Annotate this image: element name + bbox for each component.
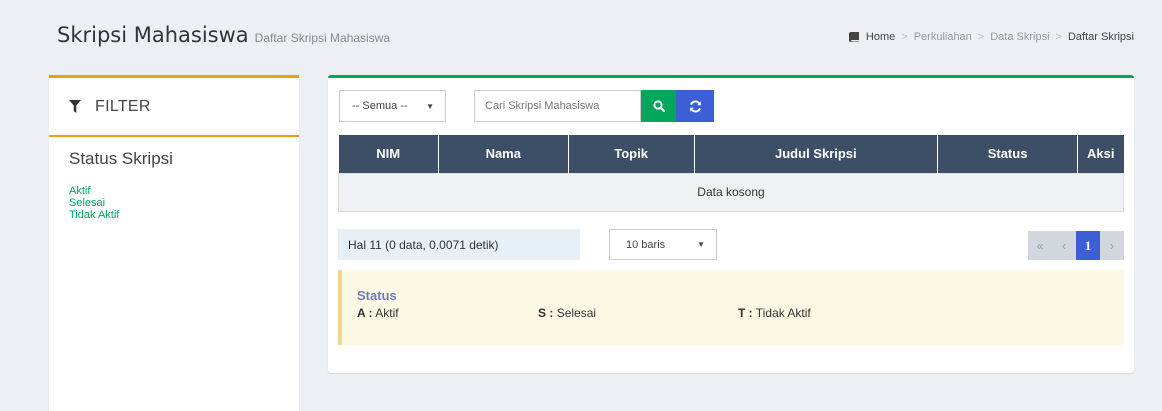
table-row: Data kosong: [338, 172, 1124, 212]
legend-label: Selesai: [556, 306, 597, 320]
filter-section-title: Status Skripsi: [69, 149, 173, 168]
column-header-status[interactable]: Status: [937, 135, 1078, 173]
breadcrumb: Home > Perkuliahan > Data Skripsi > Daft…: [848, 31, 1134, 43]
rows-per-page-value: 10 baris: [626, 238, 666, 251]
caret-down-icon: ▼: [697, 240, 705, 249]
page-info: Hal 11 (0 data, 0.0071 detik): [338, 229, 580, 260]
search-button[interactable]: [641, 90, 676, 122]
filter-header: FILTER: [49, 78, 299, 137]
caret-down-icon: ▼: [426, 101, 434, 111]
legend-label: Tidak Aktif: [755, 306, 811, 320]
status-legend-title: Status: [357, 288, 397, 303]
first-page-button[interactable]: «: [1028, 231, 1052, 260]
column-header-nim[interactable]: NIM: [338, 135, 439, 173]
refresh-icon: [689, 100, 701, 112]
search-input[interactable]: [474, 90, 641, 122]
status-legend: Status A : Aktif S : Selesai T : Tidak A…: [338, 270, 1124, 345]
breadcrumb-separator: >: [901, 31, 908, 43]
legend-code: A :: [357, 306, 373, 320]
empty-message: Data kosong: [338, 172, 1124, 212]
page-button-current[interactable]: 1: [1076, 231, 1100, 260]
filter-panel: FILTER Status Skripsi Aktif Selesai Tida…: [49, 75, 299, 411]
page-subtitle: Daftar Skripsi Mahasiswa: [254, 31, 391, 45]
breadcrumb-separator: >: [977, 31, 985, 43]
page-title: Skripsi Mahasiswa: [57, 23, 249, 47]
breadcrumb-home-link[interactable]: Home: [866, 31, 895, 43]
legend-item-selesai: S : Selesai: [538, 306, 596, 320]
filter-body: Status Skripsi Aktif Selesai Tidak Aktif: [49, 137, 299, 233]
status-legend-row: A : Aktif S : Selesai T : Tidak Aktif: [357, 306, 1124, 324]
status-select[interactable]: -- Semua -- ▼: [339, 90, 446, 122]
breadcrumb-perkuliahan-link[interactable]: Perkuliahan: [914, 31, 972, 43]
table-header-row: NIM Nama Topik Judul Skripsi Status Aksi: [338, 135, 1124, 173]
column-header-topik[interactable]: Topik: [567, 135, 695, 173]
skripsi-table: NIM Nama Topik Judul Skripsi Status Aksi…: [338, 135, 1124, 212]
column-header-judul[interactable]: Judul Skripsi: [693, 135, 939, 173]
book-icon: [848, 32, 859, 42]
filter-option-tidak-aktif[interactable]: Tidak Aktif: [69, 209, 279, 221]
filter-title: FILTER: [95, 97, 151, 115]
breadcrumb-data-skripsi-link[interactable]: Data Skripsi: [990, 31, 1049, 43]
page-header: Skripsi Mahasiswa Daftar Skripsi Mahasis…: [57, 23, 390, 47]
breadcrumb-separator: >: [1055, 31, 1062, 43]
legend-item-tidak-aktif: T : Tidak Aktif: [738, 306, 811, 320]
legend-label: Aktif: [375, 306, 399, 320]
prev-page-button[interactable]: ‹: [1052, 231, 1076, 260]
main-panel: -- Semua -- ▼ NIM Nama Topik Judul Skrip…: [328, 75, 1134, 373]
funnel-icon: [69, 100, 81, 113]
filter-option-aktif[interactable]: Aktif: [69, 185, 279, 197]
legend-code: T :: [738, 306, 753, 320]
filter-option-selesai[interactable]: Selesai: [69, 197, 279, 209]
refresh-button[interactable]: [676, 90, 714, 122]
column-header-nama[interactable]: Nama: [437, 135, 569, 173]
column-header-aksi: Aksi: [1076, 135, 1124, 173]
breadcrumb-current: Daftar Skripsi: [1067, 31, 1134, 43]
next-page-button[interactable]: ›: [1100, 231, 1124, 260]
search-icon: [652, 100, 665, 112]
legend-item-aktif: A : Aktif: [357, 306, 399, 320]
status-select-value: -- Semua --: [352, 100, 408, 112]
legend-code: S :: [538, 306, 554, 320]
rows-per-page-select[interactable]: 10 baris ▼: [609, 229, 717, 260]
pagination: « ‹ 1 ›: [1028, 231, 1124, 260]
